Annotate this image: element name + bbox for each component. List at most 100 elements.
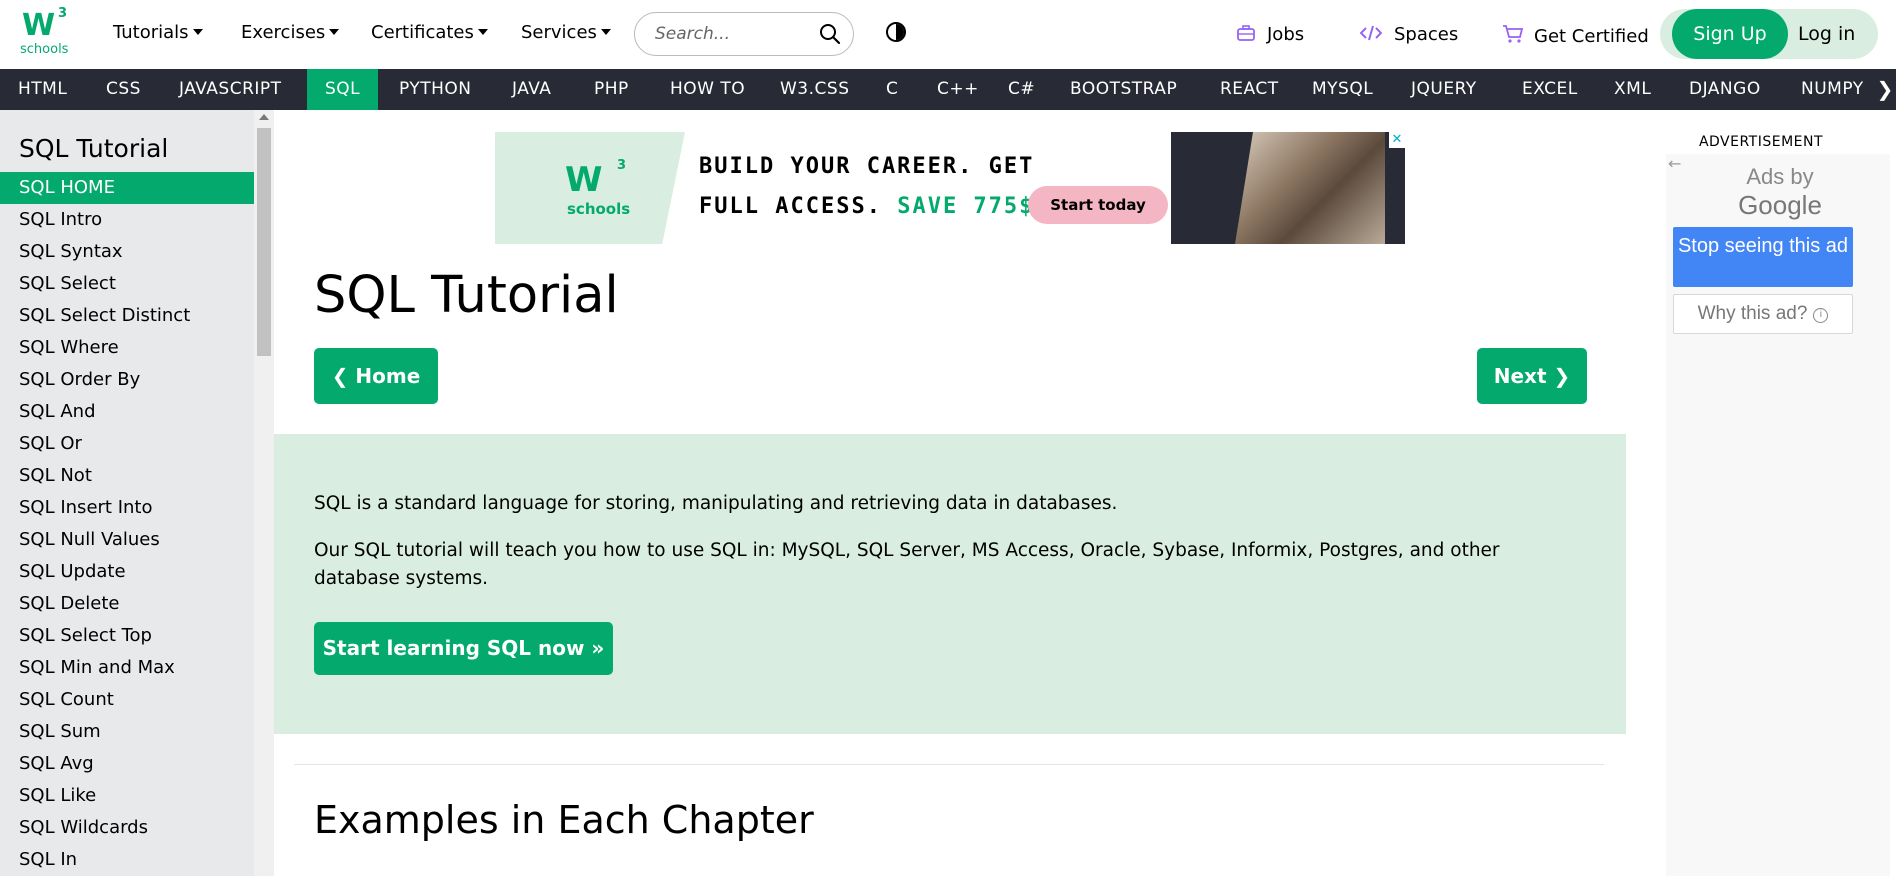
start-learning-button[interactable]: Start learning SQL now » <box>314 622 613 675</box>
lang-jquery[interactable]: JQUERY <box>1393 69 1495 110</box>
sidebar-item-sql-home[interactable]: SQL HOME <box>0 172 254 204</box>
sidebar: SQL Tutorial SQL HOME SQL Intro SQL Synt… <box>0 110 254 876</box>
lang-bootstrap[interactable]: BOOTSTRAP <box>1052 69 1195 110</box>
ads-by-google: Ads by Google <box>1722 162 1838 220</box>
spaces-label: Spaces <box>1394 24 1459 45</box>
nav-tutorials[interactable]: Tutorials <box>113 22 203 43</box>
sidebar-item-sql-sum[interactable]: SQL Sum <box>0 716 254 748</box>
lang-sql[interactable]: SQL <box>307 69 379 110</box>
lang-w3css[interactable]: W3.CSS <box>762 69 867 110</box>
section-heading: Examples in Each Chapter <box>314 798 814 842</box>
dark-mode-toggle-icon[interactable] <box>886 22 906 42</box>
search-icon[interactable] <box>819 23 841 45</box>
banner-line2: FULL ACCESS. SAVE 775$ <box>699 194 1034 219</box>
lang-csharp[interactable]: C# <box>990 69 1053 110</box>
sidebar-item-sql-or[interactable]: SQL Or <box>0 428 254 460</box>
sidebar-item-sql-count[interactable]: SQL Count <box>0 684 254 716</box>
sidebar-item-sql-select[interactable]: SQL Select <box>0 268 254 300</box>
logo-sup: 3 <box>58 6 68 21</box>
lang-javascript[interactable]: JAVASCRIPT <box>161 69 300 110</box>
ad-column: ADVERTISEMENT ← Ads by Google Stop seein… <box>1626 110 1896 876</box>
lang-css[interactable]: CSS <box>88 69 159 110</box>
banner-logo-sup: 3 <box>617 158 627 173</box>
back-arrow-icon[interactable]: ← <box>1668 154 1681 173</box>
intro-paragraph-2: Our SQL tutorial will teach you how to u… <box>314 540 1500 589</box>
lang-cpp[interactable]: C++ <box>919 69 997 110</box>
briefcase-icon <box>1237 25 1255 41</box>
sidebar-item-sql-in[interactable]: SQL In <box>0 844 254 876</box>
jobs-link[interactable]: Jobs <box>1237 24 1304 45</box>
banner-save: SAVE 775$ <box>897 194 1035 219</box>
nav-certificates[interactable]: Certificates <box>371 22 488 43</box>
sidebar-item-sql-and[interactable]: SQL And <box>0 396 254 428</box>
sidebar-item-sql-intro[interactable]: SQL Intro <box>0 204 254 236</box>
ad-close-icon[interactable]: ✕ <box>1389 132 1405 148</box>
sidebar-scrollbar[interactable] <box>254 110 274 876</box>
lang-numpy[interactable]: NUMPY <box>1783 69 1882 110</box>
lang-react[interactable]: REACT <box>1202 69 1297 110</box>
lang-java[interactable]: JAVA <box>494 69 569 110</box>
lang-mysql[interactable]: MYSQL <box>1294 69 1391 110</box>
sidebar-item-sql-select-top[interactable]: SQL Select Top <box>0 620 254 652</box>
advertisement-label: ADVERTISEMENT <box>1698 134 1824 150</box>
sidebar-item-sql-avg[interactable]: SQL Avg <box>0 748 254 780</box>
caret-down-icon <box>192 29 203 35</box>
w3schools-logo[interactable]: W 3 schools <box>18 6 74 58</box>
sidebar-item-sql-like[interactable]: SQL Like <box>0 780 254 812</box>
sidebar-item-sql-syntax[interactable]: SQL Syntax <box>0 236 254 268</box>
search-box <box>634 12 854 56</box>
main-content: W 3 schools BUILD YOUR CAREER. GET FULL … <box>274 110 1626 876</box>
banner-line1: BUILD YOUR CAREER. GET <box>699 154 1035 179</box>
next-button[interactable]: Next ❯ <box>1477 348 1587 404</box>
spaces-link[interactable]: Spaces <box>1359 24 1459 45</box>
scrollbar-thumb[interactable] <box>257 128 271 356</box>
lang-django[interactable]: DJANGO <box>1671 69 1779 110</box>
banner-start-today-button[interactable]: Start today <box>1028 186 1168 224</box>
get-certified-link[interactable]: Get Certified <box>1502 24 1649 47</box>
sidebar-item-sql-null-values[interactable]: SQL Null Values <box>0 524 254 556</box>
google-logo: Google <box>1738 190 1822 220</box>
lang-excel[interactable]: EXCEL <box>1504 69 1596 110</box>
sidebar-item-sql-where[interactable]: SQL Where <box>0 332 254 364</box>
banner-logo-sub: schools <box>567 200 631 218</box>
scroll-right-icon[interactable]: ❯ <box>1874 69 1896 110</box>
signup-button[interactable]: Sign Up <box>1672 9 1788 59</box>
caret-down-icon <box>477 29 488 35</box>
caret-down-icon <box>329 29 340 35</box>
code-icon <box>1359 25 1383 41</box>
scroll-up-icon[interactable] <box>259 114 269 120</box>
cart-icon <box>1503 25 1524 43</box>
banner-line2-text: FULL ACCESS. <box>699 194 882 219</box>
sidebar-item-sql-order-by[interactable]: SQL Order By <box>0 364 254 396</box>
get-certified-label: Get Certified <box>1534 26 1649 47</box>
ads-by-label: Ads by <box>1746 164 1814 189</box>
info-icon: i <box>1813 308 1829 323</box>
stop-seeing-ad-button[interactable]: Stop seeing this ad <box>1673 227 1853 287</box>
lang-c[interactable]: C <box>868 69 916 110</box>
sidebar-item-sql-wildcards[interactable]: SQL Wildcards <box>0 812 254 844</box>
sidebar-list: SQL HOME SQL Intro SQL Syntax SQL Select… <box>0 172 254 876</box>
sidebar-item-sql-min-max[interactable]: SQL Min and Max <box>0 652 254 684</box>
sidebar-item-sql-update[interactable]: SQL Update <box>0 556 254 588</box>
lang-php[interactable]: PHP <box>576 69 647 110</box>
sidebar-item-sql-delete[interactable]: SQL Delete <box>0 588 254 620</box>
lang-xml[interactable]: XML <box>1596 69 1669 110</box>
language-bar: HTML CSS JAVASCRIPT SQL PYTHON JAVA PHP … <box>0 69 1896 110</box>
nav-exercises[interactable]: Exercises <box>241 22 340 43</box>
ad-banner[interactable]: W 3 schools BUILD YOUR CAREER. GET FULL … <box>495 132 1405 244</box>
logo-main: W <box>22 8 55 43</box>
lang-python[interactable]: PYTHON <box>381 69 490 110</box>
sidebar-item-sql-select-distinct[interactable]: SQL Select Distinct <box>0 300 254 332</box>
lang-how-to[interactable]: HOW TO <box>652 69 763 110</box>
nav-services[interactable]: Services <box>521 22 611 43</box>
search-input[interactable] <box>655 22 815 46</box>
jobs-label: Jobs <box>1267 24 1305 45</box>
why-this-ad-button[interactable]: Why this ad? i <box>1673 294 1853 334</box>
sidebar-item-sql-insert-into[interactable]: SQL Insert Into <box>0 492 254 524</box>
nav-certificates-label: Certificates <box>371 22 474 43</box>
lang-html[interactable]: HTML <box>0 69 85 110</box>
sidebar-item-sql-not[interactable]: SQL Not <box>0 460 254 492</box>
divider <box>294 764 1604 765</box>
caret-down-icon <box>600 29 611 35</box>
home-button[interactable]: ❮ Home <box>314 348 438 404</box>
